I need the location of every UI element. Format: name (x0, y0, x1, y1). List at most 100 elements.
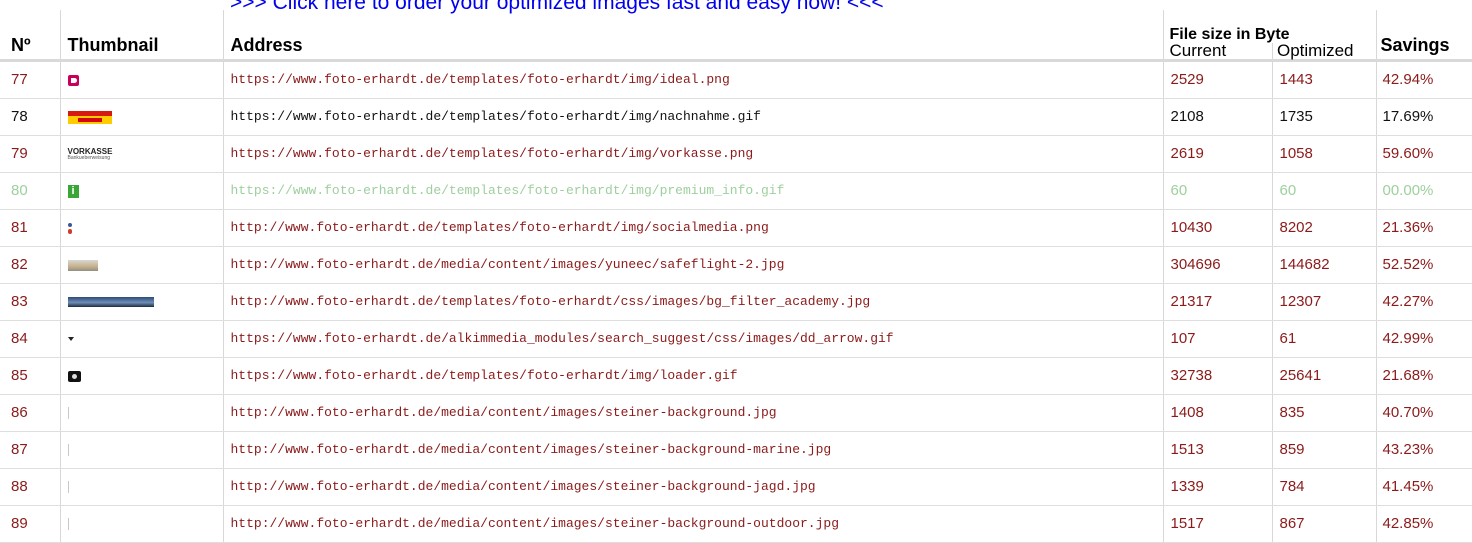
header-savings: Savings (1375, 10, 1472, 62)
row-optimized-size: 1735 (1271, 98, 1376, 136)
row-current-size: 32738 (1162, 357, 1272, 395)
row-thumbnail: i (59, 172, 223, 210)
row-address-link[interactable]: https://www.foto-erhardt.de/templates/fo… (222, 98, 1163, 136)
row-savings: 17.69% (1375, 98, 1472, 136)
thin-background-thumbnail-icon (67, 481, 69, 494)
row-number: 80 (0, 172, 60, 210)
row-thumbnail (59, 283, 223, 321)
row-thumbnail (59, 357, 223, 395)
row-number: 78 (0, 98, 60, 136)
row-savings: 40.70% (1375, 394, 1472, 432)
row-number: 89 (0, 505, 60, 543)
row-savings: 41.45% (1375, 468, 1472, 506)
row-thumbnail (59, 505, 223, 543)
header-file-size-subheaders: Current Optimized (1164, 40, 1376, 60)
landscape-thumbnail-icon (67, 259, 98, 271)
row-thumbnail (59, 246, 223, 284)
row-thumbnail (59, 394, 223, 432)
row-address-link[interactable]: https://www.foto-erhardt.de/alkimmedia_m… (222, 320, 1163, 358)
vorkasse-logo-icon: VORKASSE Bankueberweisung (67, 147, 113, 161)
row-address-link[interactable]: https://www.foto-erhardt.de/templates/fo… (222, 60, 1163, 99)
header-file-size: File size in Byte Current Optimized (1162, 10, 1376, 62)
row-savings: 42.94% (1375, 60, 1472, 99)
thin-background-thumbnail-icon (67, 407, 69, 420)
row-savings: 52.52% (1375, 246, 1472, 284)
row-number: 77 (0, 60, 60, 99)
row-number: 81 (0, 209, 60, 247)
row-optimized-size: 859 (1271, 431, 1376, 469)
row-number: 83 (0, 283, 60, 321)
thin-background-thumbnail-icon (67, 518, 69, 531)
row-current-size: 60 (1162, 172, 1272, 210)
row-address-link[interactable]: http://www.foto-erhardt.de/templates/fot… (222, 209, 1163, 247)
row-savings: 21.68% (1375, 357, 1472, 395)
row-savings: 00.00% (1375, 172, 1472, 210)
thumbnail-subtext: Bankueberweisung (67, 154, 111, 161)
row-thumbnail (59, 431, 223, 469)
dhl-nachnahme-logo-icon (67, 110, 112, 124)
row-current-size: 2619 (1162, 135, 1272, 173)
row-current-size: 21317 (1162, 283, 1272, 321)
ideal-logo-icon (67, 74, 79, 86)
row-savings: 21.36% (1375, 209, 1472, 247)
header-address: Address (222, 10, 1163, 62)
table-row: 87 http://www.foto-erhardt.de/media/conte… (0, 431, 1472, 469)
table-row: 85 https://www.foto-erhardt.de/templates/… (0, 357, 1472, 395)
lake-banner-thumbnail-icon (67, 297, 154, 308)
row-optimized-size: 144682 (1271, 246, 1376, 284)
row-optimized-size: 835 (1271, 394, 1376, 432)
row-number: 82 (0, 246, 60, 284)
table-row: 78 https://www.foto-erhardt.de/templates/… (0, 98, 1472, 136)
dropdown-arrow-icon (67, 337, 74, 342)
table-row: 77 https://www.foto-erhardt.de/templates/… (0, 60, 1472, 99)
row-current-size: 1408 (1162, 394, 1272, 432)
row-thumbnail (59, 60, 223, 99)
row-address-link[interactable]: https://www.foto-erhardt.de/templates/fo… (222, 172, 1163, 210)
row-optimized-size: 1058 (1271, 135, 1376, 173)
row-thumbnail (59, 209, 223, 247)
row-current-size: 2529 (1162, 60, 1272, 99)
row-address-link[interactable]: http://www.foto-erhardt.de/media/content… (222, 468, 1163, 506)
row-current-size: 2108 (1162, 98, 1272, 136)
row-number: 86 (0, 394, 60, 432)
row-optimized-size: 25641 (1271, 357, 1376, 395)
row-number: 87 (0, 431, 60, 469)
social-media-icon (67, 222, 72, 234)
table-row: 81 http://www.foto-erhardt.de/templates/f… (0, 209, 1472, 247)
table-row: 86 http://www.foto-erhardt.de/media/conte… (0, 394, 1472, 432)
row-current-size: 107 (1162, 320, 1272, 358)
table-header-row: Nº Thumbnail Address File size in Byte C… (0, 10, 1472, 62)
row-number: 79 (0, 135, 60, 173)
row-address-link[interactable]: http://www.foto-erhardt.de/templates/fot… (222, 283, 1163, 321)
table-row: 82 http://www.foto-erhardt.de/media/conte… (0, 246, 1472, 284)
row-address-link[interactable]: https://www.foto-erhardt.de/templates/fo… (222, 135, 1163, 173)
row-current-size: 1339 (1162, 468, 1272, 506)
row-number: 84 (0, 320, 60, 358)
row-optimized-size: 8202 (1271, 209, 1376, 247)
table-row: 83 http://www.foto-erhardt.de/templates/f… (0, 283, 1472, 321)
row-optimized-size: 61 (1271, 320, 1376, 358)
table-row: 79 VORKASSE Bankueberweisung https://www.fo… (0, 135, 1472, 173)
row-address-link[interactable]: http://www.foto-erhardt.de/media/content… (222, 505, 1163, 543)
row-current-size: 304696 (1162, 246, 1272, 284)
info-icon: i (67, 184, 79, 198)
row-address-link[interactable]: http://www.foto-erhardt.de/media/content… (222, 431, 1163, 469)
table-row: 88 http://www.foto-erhardt.de/media/conte… (0, 468, 1472, 506)
row-address-link[interactable]: http://www.foto-erhardt.de/media/content… (222, 394, 1163, 432)
row-thumbnail (59, 468, 223, 506)
row-address-link[interactable]: http://www.foto-erhardt.de/media/content… (222, 246, 1163, 284)
thumbnail-text: i (71, 184, 75, 197)
image-savings-table: Nº Thumbnail Address File size in Byte C… (0, 10, 1472, 543)
row-address-link[interactable]: https://www.foto-erhardt.de/templates/fo… (222, 357, 1163, 395)
row-thumbnail (59, 320, 223, 358)
header-current: Current (1169, 40, 1227, 60)
row-savings: 42.85% (1375, 505, 1472, 543)
header-optimized: Optimized (1271, 42, 1376, 59)
row-savings: 59.60% (1375, 135, 1472, 173)
table-row: 89 http://www.foto-erhardt.de/media/conte… (0, 505, 1472, 543)
table-row: 84 https://www.foto-erhardt.de/alkimmedia… (0, 320, 1472, 358)
row-optimized-size: 12307 (1271, 283, 1376, 321)
row-savings: 42.27% (1375, 283, 1472, 321)
row-number: 85 (0, 357, 60, 395)
thin-background-thumbnail-icon (67, 444, 69, 457)
